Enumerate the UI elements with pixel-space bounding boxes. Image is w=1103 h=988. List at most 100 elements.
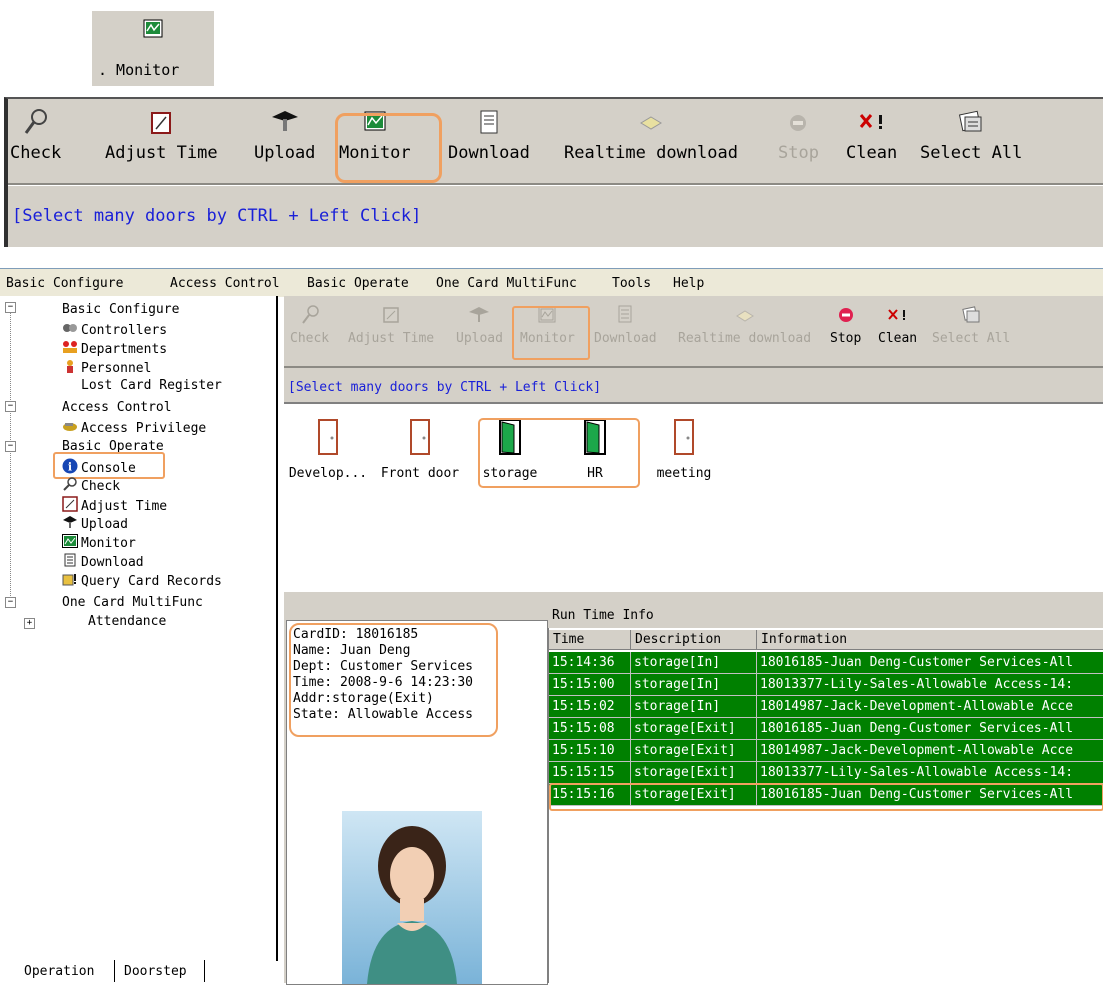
clean-icon [846, 107, 897, 141]
door-meeting[interactable]: meeting [654, 418, 714, 481]
adjust-time-button[interactable]: Adjust Time [348, 304, 434, 346]
tree-tabs: Operation Doorstep [0, 960, 278, 983]
tree-node-access-control[interactable]: Access Control [62, 400, 172, 415]
stop-icon [830, 304, 861, 326]
download-icon [594, 304, 657, 326]
card-info-panel: CardID: 18016185 Name: Juan Deng Dept: C… [286, 620, 548, 985]
table-row[interactable]: 15:15:10 storage[Exit] 18014987-Jack-Dev… [549, 740, 1103, 762]
controllers-icon [62, 321, 78, 339]
expand-icon[interactable]: + [24, 618, 35, 629]
realtime-download-icon [564, 107, 738, 141]
menu-access-control[interactable]: Access Control [170, 276, 280, 291]
stop-button[interactable]: Stop [830, 304, 861, 346]
check-button[interactable]: Check [290, 304, 329, 346]
closed-door-icon [406, 419, 434, 460]
table-row[interactable]: 15:15:08 storage[Exit] 18016185-Juan Den… [549, 718, 1103, 740]
access-privilege-icon [62, 419, 78, 437]
menu-tools[interactable]: Tools [612, 276, 651, 291]
query-records-icon [62, 572, 78, 590]
clean-button[interactable]: Clean [846, 107, 897, 163]
stop-button[interactable]: Stop [778, 107, 819, 163]
card-info-highlight [289, 623, 498, 737]
tree-node-personnel[interactable]: Personnel [62, 359, 151, 377]
upload-button[interactable]: Upload [254, 107, 315, 163]
menu-basic-configure[interactable]: Basic Configure [6, 276, 123, 291]
open-doors-highlight [478, 418, 640, 488]
navigation-tree: − Basic Configure Controllers Department… [0, 296, 278, 983]
closed-door-icon [314, 419, 342, 460]
realtime-download-icon [678, 304, 811, 326]
door-develop[interactable]: Develop... [288, 418, 368, 481]
latest-row-highlight [549, 783, 1103, 811]
monitor-callout: . Monitor [92, 11, 214, 86]
hint-bar: [Select many doors by CTRL + Left Click] [284, 372, 1103, 403]
tree-node-departments[interactable]: Departments [62, 340, 167, 358]
tree-node-basic-configure[interactable]: Basic Configure [62, 302, 179, 317]
enlarged-toolbar: Check Adjust Time Upload Monitor Downloa… [4, 97, 1103, 247]
door-front-door[interactable]: Front door [376, 418, 464, 481]
personnel-icon [62, 359, 78, 377]
table-row[interactable]: 15:15:00 storage[In] 18013377-Lily-Sales… [549, 674, 1103, 696]
monitor-callout-label: . Monitor [98, 61, 180, 79]
menu-basic-operate[interactable]: Basic Operate [307, 276, 409, 291]
tree-node-adjust-time[interactable]: Adjust Time [62, 496, 167, 516]
download-icon [448, 107, 530, 141]
tree-node-upload[interactable]: Upload [62, 515, 128, 533]
column-header-information[interactable]: Information [757, 630, 1103, 650]
toolbar: Check Adjust Time Upload Monitor Downloa… [284, 296, 1103, 372]
tree-node-monitor[interactable]: Monitor [62, 534, 136, 552]
adjust-time-button[interactable]: Adjust Time [105, 107, 218, 163]
magnifier-icon [62, 477, 78, 495]
realtime-download-button[interactable]: Realtime download [678, 304, 811, 346]
tree-node-query-card-records[interactable]: Query Card Records [62, 572, 222, 590]
menu-bar: Basic Configure Access Control Basic Ope… [0, 268, 1103, 297]
select-all-button[interactable]: Select All [932, 304, 1010, 346]
upload-icon [254, 107, 315, 141]
runtime-grid: Time Description Information 15:14:36 st… [548, 628, 1103, 983]
clean-icon [878, 304, 917, 326]
magnifier-icon [10, 107, 61, 141]
tree-node-controllers[interactable]: Controllers [62, 321, 167, 339]
multi-select-hint: [Select many doors by CTRL + Left Click] [288, 380, 602, 395]
realtime-download-button[interactable]: Realtime download [564, 107, 738, 163]
column-header-description[interactable]: Description [631, 630, 757, 650]
monitor-highlight [335, 113, 442, 183]
tree-node-attendance[interactable]: Attendance [88, 614, 166, 629]
check-button[interactable]: Check [10, 107, 61, 163]
multi-select-hint: [Select many doors by CTRL + Left Click] [12, 206, 422, 226]
closed-door-icon [670, 419, 698, 460]
menu-one-card-multifunc[interactable]: One Card MultiFunc [436, 276, 577, 291]
tree-node-download[interactable]: Download [62, 553, 144, 571]
collapse-icon[interactable]: − [5, 441, 16, 452]
select-all-icon [932, 304, 1010, 326]
download-button[interactable]: Download [448, 107, 530, 163]
menu-help[interactable]: Help [673, 276, 704, 291]
tree-node-access-privilege[interactable]: Access Privilege [62, 419, 206, 437]
collapse-icon[interactable]: − [5, 401, 16, 412]
collapse-icon[interactable]: − [5, 597, 16, 608]
collapse-icon[interactable]: − [5, 302, 16, 313]
table-row[interactable]: 15:15:02 storage[In] 18014987-Jack-Devel… [549, 696, 1103, 718]
download-icon [62, 553, 78, 571]
monitor-icon [143, 19, 163, 43]
table-row[interactable]: 15:14:36 storage[In] 18016185-Juan Deng-… [549, 652, 1103, 674]
tab-operation[interactable]: Operation [24, 964, 94, 979]
tree-node-lost-card-register[interactable]: Lost Card Register [62, 378, 222, 393]
adjust-time-icon [348, 304, 434, 326]
upload-icon [62, 515, 78, 533]
select-all-icon [920, 107, 1022, 141]
tree-node-one-card-multifunc[interactable]: One Card MultiFunc [62, 595, 203, 610]
table-row[interactable]: 15:15:15 storage[Exit] 18013377-Lily-Sal… [549, 762, 1103, 784]
tree-line [10, 308, 11, 598]
download-button[interactable]: Download [594, 304, 657, 346]
tab-doorstep[interactable]: Doorstep [124, 964, 187, 979]
select-all-button[interactable]: Select All [920, 107, 1022, 163]
clean-button[interactable]: Clean [878, 304, 917, 346]
column-header-time[interactable]: Time [549, 630, 631, 650]
tree-border [276, 296, 278, 961]
tree-node-check[interactable]: Check [62, 477, 120, 495]
upload-button[interactable]: Upload [456, 304, 503, 346]
adjust-time-icon [105, 107, 218, 141]
monitor-highlight [512, 306, 590, 360]
toolbar-separator [8, 183, 1103, 186]
